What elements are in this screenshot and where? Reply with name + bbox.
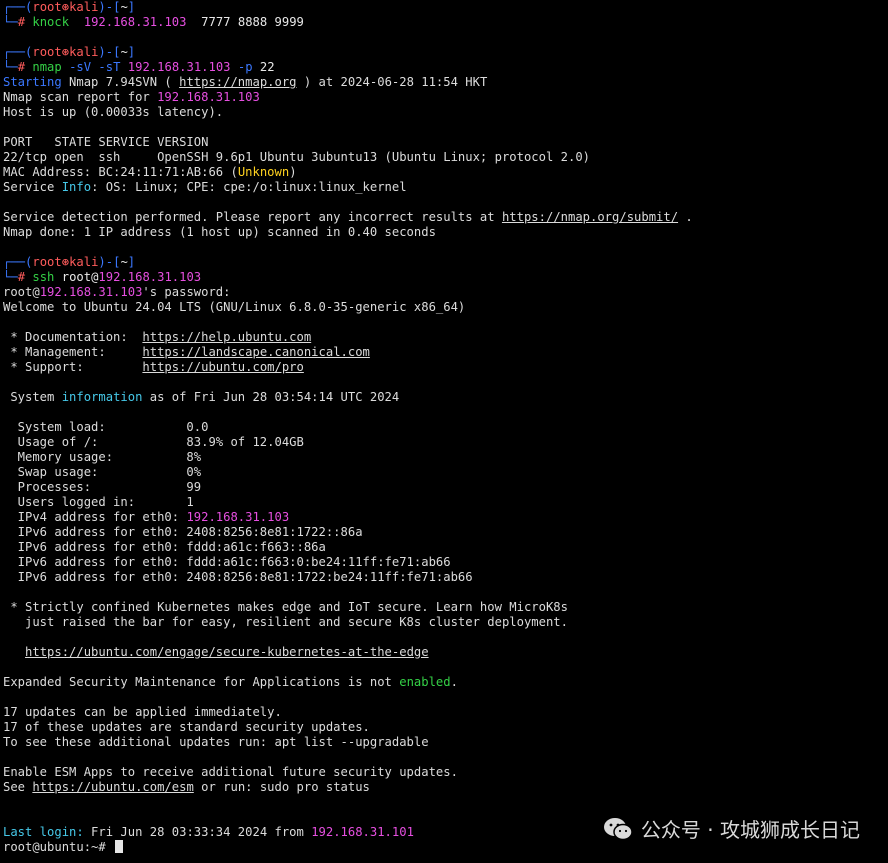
esm-link[interactable]: https://ubuntu.com/esm bbox=[32, 780, 193, 794]
updates-line: 17 updates can be applied immediately. bbox=[3, 705, 282, 719]
stat-line: Processes: 99 bbox=[3, 480, 202, 494]
see-line: See https://ubuntu.com/esm or run: sudo … bbox=[3, 780, 370, 794]
nmap-service-info: Service Info: OS: Linux; CPE: cpe:/o:lin… bbox=[3, 180, 407, 194]
k8s-link[interactable]: https://ubuntu.com/engage/secure-kuberne… bbox=[25, 645, 429, 659]
esm-line: Expanded Security Maintenance for Applic… bbox=[3, 675, 458, 689]
ssh-password-prompt: root@192.168.31.103's password: bbox=[3, 285, 231, 299]
updates-line: 17 of these updates are standard securit… bbox=[3, 720, 370, 734]
command-knock: └─# knock 192.168.31.103 7777 8888 9999 bbox=[3, 15, 304, 29]
nmap-port-line: 22/tcp open ssh OpenSSH 9.6p1 Ubuntu 3ub… bbox=[3, 150, 590, 164]
stat-line: System load: 0.0 bbox=[3, 420, 209, 434]
updates-line: To see these additional updates run: apt… bbox=[3, 735, 429, 749]
ipv6-line: IPv6 address for eth0: 2408:8256:8e81:17… bbox=[3, 525, 363, 539]
nmap-report: Nmap scan report for 192.168.31.103 bbox=[3, 90, 260, 104]
support-line: * Support: https://ubuntu.com/pro bbox=[3, 360, 304, 374]
nmap-start: Starting Nmap 7.94SVN ( https://nmap.org… bbox=[3, 75, 488, 89]
mgmt-link[interactable]: https://landscape.canonical.com bbox=[142, 345, 369, 359]
terminal[interactable]: ┌──(root⊛kali)-[~] └─# knock 192.168.31.… bbox=[0, 0, 888, 863]
nmap-detection: Service detection performed. Please repo… bbox=[3, 210, 693, 224]
system-info-line: System information as of Fri Jun 28 03:5… bbox=[3, 390, 400, 404]
ipv6-line: IPv6 address for eth0: 2408:8256:8e81:17… bbox=[3, 570, 473, 584]
nmap-done: Nmap done: 1 IP address (1 host up) scan… bbox=[3, 225, 436, 239]
nmap-mac: MAC Address: BC:24:11:71:AB:66 (Unknown) bbox=[3, 165, 297, 179]
nmap-submit-link[interactable]: https://nmap.org/submit/ bbox=[502, 210, 678, 224]
command-ssh: └─# ssh root@192.168.31.103 bbox=[3, 270, 202, 284]
cursor bbox=[115, 840, 124, 853]
wechat-icon bbox=[603, 816, 633, 842]
nmap-host-up: Host is up (0.00033s latency). bbox=[3, 105, 224, 119]
stat-line: Usage of /: 83.9% of 12.04GB bbox=[3, 435, 304, 449]
command-nmap: └─# nmap -sV -sT 192.168.31.103 -p 22 bbox=[3, 60, 275, 74]
ssh-welcome: Welcome to Ubuntu 24.04 LTS (GNU/Linux 6… bbox=[3, 300, 466, 314]
stat-line: Memory usage: 8% bbox=[3, 450, 202, 464]
k8s-link-line: https://ubuntu.com/engage/secure-kuberne… bbox=[3, 645, 888, 660]
mgmt-line: * Management: https://landscape.canonica… bbox=[3, 345, 370, 359]
ipv6-line: IPv6 address for eth0: fddd:a61c:f663::8… bbox=[3, 540, 326, 554]
ipv6-line: IPv6 address for eth0: fddd:a61c:f663:0:… bbox=[3, 555, 451, 569]
stat-line: Swap usage: 0% bbox=[3, 465, 202, 479]
esm-apps-line: Enable ESM Apps to receive additional fu… bbox=[3, 765, 458, 779]
support-link[interactable]: https://ubuntu.com/pro bbox=[142, 360, 303, 374]
stat-line: Users logged in: 1 bbox=[3, 495, 194, 509]
k8s-line: * Strictly confined Kubernetes makes edg… bbox=[3, 600, 568, 614]
watermark-text: 公众号 · 攻城狮成长日记 bbox=[640, 818, 860, 842]
doc-link[interactable]: https://help.ubuntu.com bbox=[142, 330, 311, 344]
k8s-line: just raised the bar for easy, resilient … bbox=[3, 615, 568, 629]
nmap-header: PORT STATE SERVICE VERSION bbox=[3, 135, 209, 149]
prompt-line: ┌──(root⊛kali)-[~] bbox=[3, 0, 136, 14]
doc-line: * Documentation: https://help.ubuntu.com bbox=[3, 330, 312, 344]
ipv4-line: IPv4 address for eth0: 192.168.31.103 bbox=[3, 510, 290, 524]
prompt-line: ┌──(root⊛kali)-[~] bbox=[3, 255, 136, 269]
watermark: 公众号 · 攻城狮成长日记 bbox=[603, 814, 860, 843]
prompt-line: ┌──(root⊛kali)-[~] bbox=[3, 45, 136, 59]
nmap-link[interactable]: https://nmap.org bbox=[179, 75, 296, 89]
